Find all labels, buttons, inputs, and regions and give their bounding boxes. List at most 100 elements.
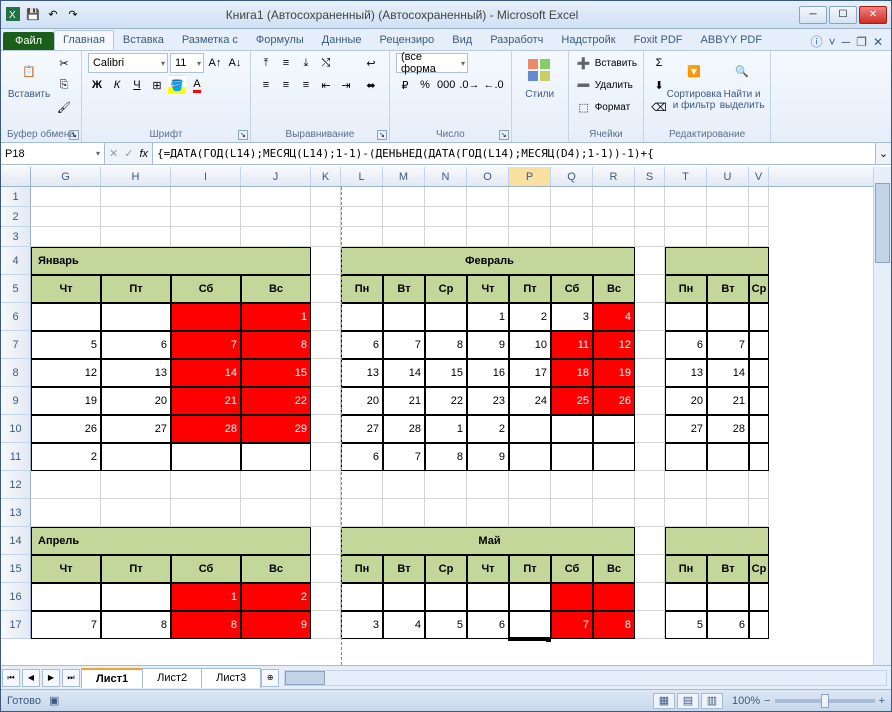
view-pagebreak-button[interactable]: ▥ (701, 693, 723, 709)
cell-N8[interactable]: 15 (425, 359, 467, 387)
cell-M6[interactable] (383, 303, 425, 331)
cell-V16[interactable] (749, 583, 769, 611)
row-header-13[interactable]: 13 (1, 499, 31, 527)
undo-icon[interactable]: ↶ (45, 6, 61, 22)
autosum-button[interactable]: Σ (650, 53, 668, 73)
cell-G11[interactable]: 2 (31, 443, 101, 471)
cell-R15[interactable]: Вс (593, 555, 635, 583)
cell-R17[interactable]: 8 (593, 611, 635, 639)
fill-color-button[interactable]: 🪣 (168, 75, 186, 95)
cell-G5[interactable]: Чт (31, 275, 101, 303)
dec-decimal-button[interactable]: ←.0 (483, 75, 505, 95)
col-header-K[interactable]: K (311, 167, 341, 186)
ribbon-minimize-icon[interactable]: ˅ (829, 35, 836, 49)
cell-M15[interactable]: Вт (383, 555, 425, 583)
cell-U10[interactable]: 28 (707, 415, 749, 443)
sheet-tab-Лист1[interactable]: Лист1 (81, 668, 143, 688)
cell-Q10[interactable] (551, 415, 593, 443)
cell-J8[interactable]: 15 (241, 359, 311, 387)
cell-L9[interactable]: 20 (341, 387, 383, 415)
cell-O16[interactable] (467, 583, 509, 611)
cell-T6[interactable] (665, 303, 707, 331)
number-launcher[interactable]: ↘ (499, 130, 509, 140)
font-name-combo[interactable]: Calibri (88, 53, 168, 73)
cell-V5[interactable]: Ср (749, 275, 769, 303)
percent-button[interactable]: % (416, 75, 434, 95)
tab-главная[interactable]: Главная (54, 30, 114, 50)
row-header-5[interactable]: 5 (1, 275, 31, 303)
cell-Q15[interactable]: Сб (551, 555, 593, 583)
cell-V7[interactable] (749, 331, 769, 359)
paste-button[interactable]: 📋 Вставить (7, 53, 51, 128)
cell-I6[interactable] (171, 303, 241, 331)
cell-N17[interactable]: 5 (425, 611, 467, 639)
col-header-P[interactable]: P (509, 167, 551, 186)
cell-H7[interactable]: 6 (101, 331, 171, 359)
cell-Q8[interactable]: 18 (551, 359, 593, 387)
cell-I11[interactable] (171, 443, 241, 471)
cell-T15[interactable]: Пн (665, 555, 707, 583)
cell-G17[interactable]: 7 (31, 611, 101, 639)
cell-P7[interactable]: 10 (509, 331, 551, 359)
tab-разработч[interactable]: Разработч (481, 30, 552, 50)
file-tab[interactable]: Файл (3, 32, 54, 50)
vertical-scrollbar[interactable] (873, 167, 891, 665)
row-header-6[interactable]: 6 (1, 303, 31, 331)
row-header-3[interactable]: 3 (1, 227, 31, 247)
row-header-17[interactable]: 17 (1, 611, 31, 639)
cell-J15[interactable]: Вс (241, 555, 311, 583)
redo-icon[interactable]: ↷ (65, 6, 81, 22)
cell-T17[interactable]: 5 (665, 611, 707, 639)
cell-V9[interactable] (749, 387, 769, 415)
cell-U16[interactable] (707, 583, 749, 611)
format-painter-button[interactable]: 🖌 (55, 97, 73, 117)
cell-R9[interactable]: 26 (593, 387, 635, 415)
sheet-tab-Лист3[interactable]: Лист3 (201, 668, 261, 688)
macro-icon[interactable]: ▣ (49, 694, 59, 707)
sheet-nav-first[interactable]: ⏮ (2, 669, 20, 687)
cell-I7[interactable]: 7 (171, 331, 241, 359)
zoom-slider[interactable] (775, 699, 875, 703)
cell-J6[interactable]: 1 (241, 303, 311, 331)
font-size-combo[interactable]: 11 (170, 53, 204, 73)
cell-J9[interactable]: 22 (241, 387, 311, 415)
cell-P11[interactable] (509, 443, 551, 471)
col-header-S[interactable]: S (635, 167, 665, 186)
cell-U11[interactable] (707, 443, 749, 471)
cell-R10[interactable] (593, 415, 635, 443)
cell-M8[interactable]: 14 (383, 359, 425, 387)
underline-button[interactable]: Ч (128, 75, 146, 95)
cancel-formula-icon[interactable]: ✕ (109, 147, 118, 160)
cell-V8[interactable] (749, 359, 769, 387)
formula-input[interactable]: {=ДАТА(ГОД(L14);МЕСЯЦ(L14);1-1)-(ДЕНЬНЕД… (153, 143, 875, 164)
cell-T7[interactable]: 6 (665, 331, 707, 359)
find-select-button[interactable]: 🔍 Найти и выделить (720, 53, 764, 128)
zoom-in-button[interactable]: + (879, 695, 885, 707)
cell-J17[interactable]: 9 (241, 611, 311, 639)
maximize-button[interactable]: ☐ (829, 6, 857, 24)
cell-Q7[interactable]: 11 (551, 331, 593, 359)
cell-H15[interactable]: Пт (101, 555, 171, 583)
row-header-16[interactable]: 16 (1, 583, 31, 611)
mdi-restore-icon[interactable]: ❐ (856, 35, 867, 49)
cell-N6[interactable] (425, 303, 467, 331)
col-header-I[interactable]: I (171, 167, 241, 186)
col-header-R[interactable]: R (593, 167, 635, 186)
tab-foxit pdf[interactable]: Foxit PDF (625, 30, 692, 50)
format-cells-button[interactable]: ⬚ (575, 97, 593, 117)
cell-L4[interactable]: Февраль (341, 247, 635, 275)
cell-O10[interactable]: 2 (467, 415, 509, 443)
col-header-V[interactable]: V (749, 167, 769, 186)
cell-T9[interactable]: 20 (665, 387, 707, 415)
sheet-nav-last[interactable]: ⏭ (62, 669, 80, 687)
cell-N5[interactable]: Ср (425, 275, 467, 303)
cell-P9[interactable]: 24 (509, 387, 551, 415)
cell-L6[interactable] (341, 303, 383, 331)
cell-T5[interactable]: Пн (665, 275, 707, 303)
close-button[interactable]: ✕ (859, 6, 887, 24)
styles-button[interactable]: Стили (518, 53, 562, 128)
cell-V17[interactable] (749, 611, 769, 639)
clear-button[interactable]: ⌫ (650, 97, 668, 117)
cell-H11[interactable] (101, 443, 171, 471)
cell-I5[interactable]: Сб (171, 275, 241, 303)
